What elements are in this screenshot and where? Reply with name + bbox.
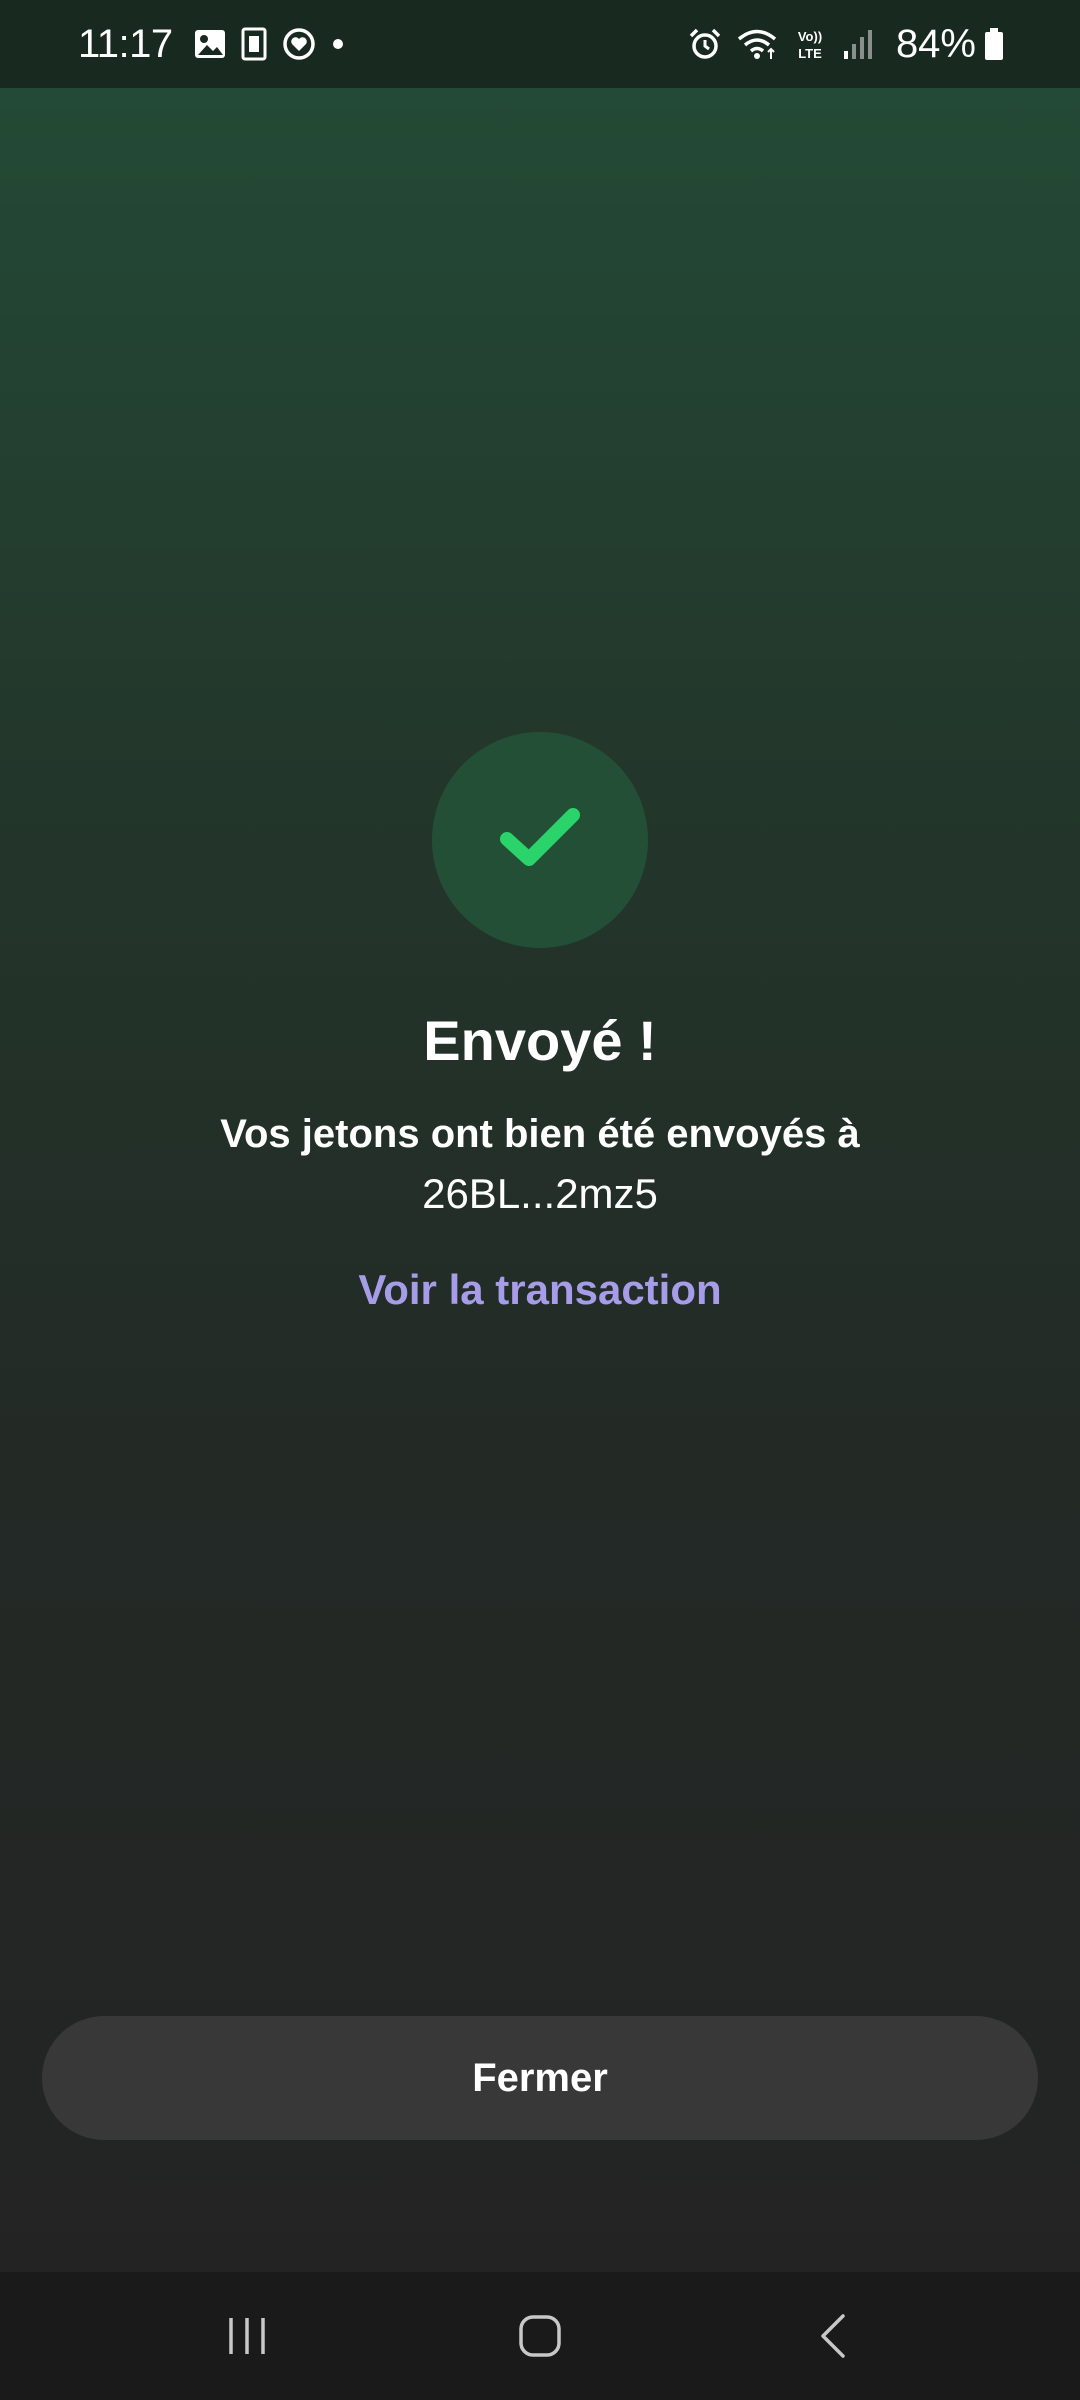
back-icon[interactable] [773, 2286, 893, 2386]
home-icon[interactable] [480, 2286, 600, 2386]
success-screen: Envoyé ! Vos jetons ont bien été envoyés… [0, 88, 1080, 2272]
volte-icon: Vo)) LTE [792, 26, 828, 62]
battery-percent: 84% [895, 21, 976, 66]
health-icon [281, 26, 317, 62]
check-icon [499, 807, 581, 874]
close-button[interactable]: Fermer [42, 2016, 1038, 2140]
battery-icon [984, 27, 1004, 61]
signal-icon [842, 27, 874, 61]
notification-dot-icon [331, 37, 345, 51]
status-bar: 11:17 Vo)) LTE 84% [0, 0, 1080, 88]
recents-icon[interactable] [187, 2286, 307, 2386]
svg-text:LTE: LTE [798, 46, 822, 61]
success-message: Vos jetons ont bien été envoyés à [220, 1112, 860, 1156]
status-bar-left: 11:17 [78, 22, 359, 67]
recipient-address: 26BL...2mz5 [422, 1170, 658, 1217]
gallery-icon [193, 27, 227, 61]
status-time: 11:17 [78, 21, 173, 66]
status-bar-right: Vo)) LTE 84% [688, 22, 1004, 67]
card-icon [241, 27, 267, 61]
svg-text:Vo)): Vo)) [798, 29, 822, 44]
alarm-icon [688, 27, 722, 61]
success-badge [432, 732, 648, 948]
system-nav-bar [0, 2272, 1080, 2400]
page-title: Envoyé ! [423, 1009, 657, 1072]
view-transaction-link[interactable]: Voir la transaction [340, 1266, 740, 1314]
wifi-icon [736, 27, 778, 61]
